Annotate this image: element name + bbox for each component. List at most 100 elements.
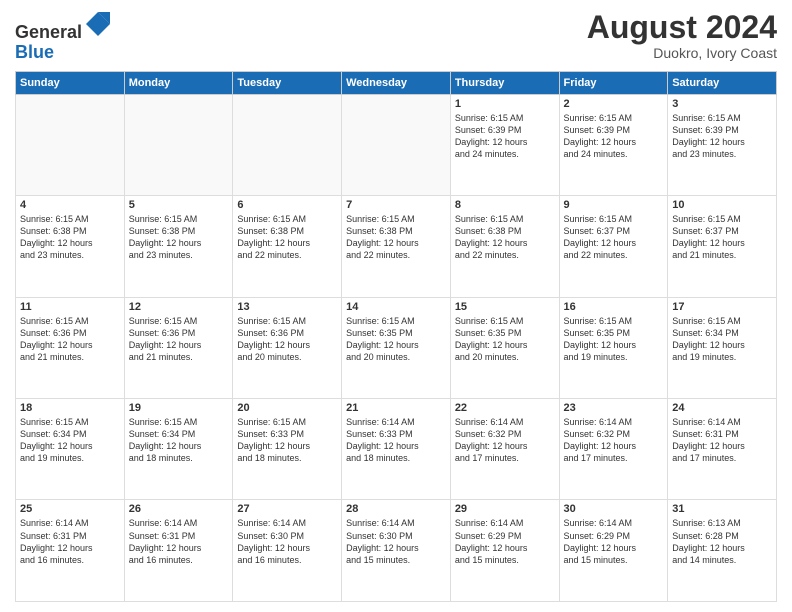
calendar-cell: 1 Sunrise: 6:15 AM Sunset: 6:39 PM Daylig… — [450, 94, 559, 195]
day-info: Sunrise: 6:14 AM Sunset: 6:31 PM Dayligh… — [129, 517, 229, 566]
day-number: 7 — [346, 199, 446, 211]
day-info: Sunrise: 6:14 AM Sunset: 6:30 PM Dayligh… — [346, 517, 446, 566]
day-number: 10 — [672, 199, 772, 211]
calendar-cell: 5Sunrise: 6:15 AM Sunset: 6:38 PM Daylig… — [124, 196, 233, 297]
day-number: 26 — [129, 503, 229, 515]
day-info: Sunrise: 6:15 AM Sunset: 6:35 PM Dayligh… — [346, 315, 446, 364]
calendar-cell: 8Sunrise: 6:15 AM Sunset: 6:38 PM Daylig… — [450, 196, 559, 297]
calendar-day-header: Saturday — [668, 71, 777, 94]
calendar-cell: 24Sunrise: 6:14 AM Sunset: 6:31 PM Dayli… — [668, 399, 777, 500]
calendar-cell: 15Sunrise: 6:15 AM Sunset: 6:35 PM Dayli… — [450, 297, 559, 398]
day-info: Sunrise: 6:14 AM Sunset: 6:31 PM Dayligh… — [672, 416, 772, 465]
calendar-table: SundayMondayTuesdayWednesdayThursdayFrid… — [15, 71, 777, 602]
calendar-cell: 21 Sunrise: 6:14 AM Sunset: 6:33 PM Dayli… — [342, 399, 451, 500]
day-number: 27 — [237, 503, 337, 515]
calendar-cell — [342, 94, 451, 195]
location: Duokro, Ivory Coast — [587, 45, 777, 61]
calendar-week-row: 4 Sunrise: 6:15 AM Sunset: 6:38 PM Daylig… — [16, 196, 777, 297]
day-number: 14 — [346, 301, 446, 313]
day-number: 2 — [564, 98, 664, 110]
calendar-cell: 28 Sunrise: 6:14 AM Sunset: 6:30 PM Dayli… — [342, 500, 451, 602]
calendar-cell: 23 Sunrise: 6:14 AM Sunset: 6:32 PM Dayli… — [559, 399, 668, 500]
calendar-cell: 26 Sunrise: 6:14 AM Sunset: 6:31 PM Dayli… — [124, 500, 233, 602]
day-number: 3 — [672, 98, 772, 110]
day-info: Sunrise: 6:13 AM Sunset: 6:28 PM Dayligh… — [672, 517, 772, 566]
day-number: 25 — [20, 503, 120, 515]
logo: General Blue — [15, 10, 112, 63]
calendar-cell: 14 Sunrise: 6:15 AM Sunset: 6:35 PM Dayli… — [342, 297, 451, 398]
day-number: 9 — [564, 199, 664, 211]
calendar-cell: 3 Sunrise: 6:15 AM Sunset: 6:39 PM Daylig… — [668, 94, 777, 195]
day-number: 16 — [564, 301, 664, 313]
logo-general: General — [15, 22, 82, 42]
calendar-day-header: Sunday — [16, 71, 125, 94]
day-number: 4 — [20, 199, 120, 211]
calendar-week-row: 25 Sunrise: 6:14 AM Sunset: 6:31 PM Dayli… — [16, 500, 777, 602]
calendar-week-row: 18 Sunrise: 6:15 AM Sunset: 6:34 PM Dayli… — [16, 399, 777, 500]
day-number: 18 — [20, 402, 120, 414]
calendar-day-header: Tuesday — [233, 71, 342, 94]
day-info: Sunrise: 6:15 AM Sunset: 6:39 PM Dayligh… — [564, 112, 664, 161]
day-info: Sunrise: 6:15 AM Sunset: 6:36 PM Dayligh… — [129, 315, 229, 364]
day-info: Sunrise: 6:14 AM Sunset: 6:33 PM Dayligh… — [346, 416, 446, 465]
day-info: Sunrise: 6:15 AM Sunset: 6:38 PM Dayligh… — [346, 213, 446, 262]
calendar-cell — [124, 94, 233, 195]
calendar-cell: 30Sunrise: 6:14 AM Sunset: 6:29 PM Dayli… — [559, 500, 668, 602]
day-number: 1 — [455, 98, 555, 110]
day-number: 29 — [455, 503, 555, 515]
day-info: Sunrise: 6:15 AM Sunset: 6:37 PM Dayligh… — [564, 213, 664, 262]
logo-icon — [84, 10, 112, 38]
calendar-cell: 18 Sunrise: 6:15 AM Sunset: 6:34 PM Dayli… — [16, 399, 125, 500]
day-number: 28 — [346, 503, 446, 515]
month-year: August 2024 — [587, 10, 777, 45]
day-info: Sunrise: 6:15 AM Sunset: 6:36 PM Dayligh… — [20, 315, 120, 364]
calendar-cell: 19 Sunrise: 6:15 AM Sunset: 6:34 PM Dayli… — [124, 399, 233, 500]
calendar-day-header: Thursday — [450, 71, 559, 94]
calendar-cell: 17 Sunrise: 6:15 AM Sunset: 6:34 PM Dayli… — [668, 297, 777, 398]
calendar-cell: 13 Sunrise: 6:15 AM Sunset: 6:36 PM Dayli… — [233, 297, 342, 398]
day-info: Sunrise: 6:15 AM Sunset: 6:38 PM Dayligh… — [237, 213, 337, 262]
calendar-header-row: SundayMondayTuesdayWednesdayThursdayFrid… — [16, 71, 777, 94]
calendar-cell: 29Sunrise: 6:14 AM Sunset: 6:29 PM Dayli… — [450, 500, 559, 602]
day-number: 21 — [346, 402, 446, 414]
day-info: Sunrise: 6:15 AM Sunset: 6:39 PM Dayligh… — [672, 112, 772, 161]
day-number: 23 — [564, 402, 664, 414]
logo-blue: Blue — [15, 42, 54, 62]
day-info: Sunrise: 6:15 AM Sunset: 6:34 PM Dayligh… — [20, 416, 120, 465]
header: General Blue August 2024 Duokro, Ivory C… — [15, 10, 777, 63]
calendar-cell: 9 Sunrise: 6:15 AM Sunset: 6:37 PM Daylig… — [559, 196, 668, 297]
day-number: 30 — [564, 503, 664, 515]
day-info: Sunrise: 6:15 AM Sunset: 6:36 PM Dayligh… — [237, 315, 337, 364]
day-info: Sunrise: 6:14 AM Sunset: 6:30 PM Dayligh… — [237, 517, 337, 566]
calendar-cell: 20Sunrise: 6:15 AM Sunset: 6:33 PM Dayli… — [233, 399, 342, 500]
day-number: 22 — [455, 402, 555, 414]
calendar-cell — [16, 94, 125, 195]
day-number: 6 — [237, 199, 337, 211]
day-info: Sunrise: 6:15 AM Sunset: 6:35 PM Dayligh… — [564, 315, 664, 364]
day-number: 19 — [129, 402, 229, 414]
calendar-cell — [233, 94, 342, 195]
day-info: Sunrise: 6:15 AM Sunset: 6:39 PM Dayligh… — [455, 112, 555, 161]
day-info: Sunrise: 6:15 AM Sunset: 6:34 PM Dayligh… — [129, 416, 229, 465]
day-number: 13 — [237, 301, 337, 313]
calendar-week-row: 11 Sunrise: 6:15 AM Sunset: 6:36 PM Dayli… — [16, 297, 777, 398]
calendar-cell: 10Sunrise: 6:15 AM Sunset: 6:37 PM Dayli… — [668, 196, 777, 297]
day-number: 17 — [672, 301, 772, 313]
day-number: 31 — [672, 503, 772, 515]
calendar-cell: 22 Sunrise: 6:14 AM Sunset: 6:32 PM Dayli… — [450, 399, 559, 500]
day-info: Sunrise: 6:15 AM Sunset: 6:35 PM Dayligh… — [455, 315, 555, 364]
day-info: Sunrise: 6:14 AM Sunset: 6:32 PM Dayligh… — [564, 416, 664, 465]
calendar-cell: 27 Sunrise: 6:14 AM Sunset: 6:30 PM Dayli… — [233, 500, 342, 602]
calendar-week-row: 1 Sunrise: 6:15 AM Sunset: 6:39 PM Daylig… — [16, 94, 777, 195]
calendar-cell: 4Sunrise: 6:15 AM Sunset: 6:38 PM Daylig… — [16, 196, 125, 297]
logo-text: General Blue — [15, 10, 112, 63]
day-info: Sunrise: 6:14 AM Sunset: 6:31 PM Dayligh… — [20, 517, 120, 566]
day-info: Sunrise: 6:15 AM Sunset: 6:34 PM Dayligh… — [672, 315, 772, 364]
calendar-day-header: Wednesday — [342, 71, 451, 94]
day-number: 11 — [20, 301, 120, 313]
calendar-cell: 31 Sunrise: 6:13 AM Sunset: 6:28 PM Dayli… — [668, 500, 777, 602]
day-number: 8 — [455, 199, 555, 211]
day-info: Sunrise: 6:14 AM Sunset: 6:32 PM Dayligh… — [455, 416, 555, 465]
calendar-cell: 2 Sunrise: 6:15 AM Sunset: 6:39 PM Daylig… — [559, 94, 668, 195]
day-info: Sunrise: 6:15 AM Sunset: 6:38 PM Dayligh… — [129, 213, 229, 262]
